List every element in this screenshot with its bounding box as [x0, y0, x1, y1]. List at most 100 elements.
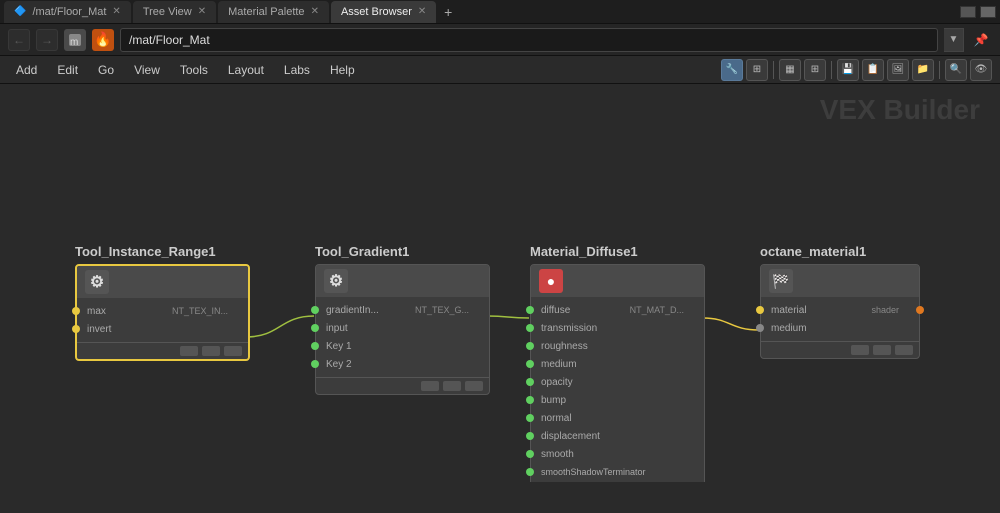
port-roughness: roughness: [531, 337, 704, 355]
port-medium: medium: [531, 355, 704, 373]
menu-labs[interactable]: Labs: [276, 61, 318, 79]
node-material-diffuse-header: ●: [531, 265, 704, 297]
port-key2-dot[interactable]: [311, 360, 319, 368]
port-roughness-dot[interactable]: [526, 342, 534, 350]
port-gradientin-dot[interactable]: [311, 306, 319, 314]
menu-layout[interactable]: Layout: [220, 61, 272, 79]
node-tool-gradient-header: ⚙: [316, 265, 489, 297]
win-max-button[interactable]: [980, 6, 996, 18]
footer-btn-g3[interactable]: [465, 381, 483, 391]
breadcrumb-path[interactable]: /mat/Floor_Mat: [120, 28, 938, 52]
tool-folder-icon[interactable]: 📁: [912, 59, 934, 81]
footer-btn-o3[interactable]: [895, 345, 913, 355]
port-max-dot[interactable]: [72, 307, 80, 315]
footer-btn-g1[interactable]: [421, 381, 439, 391]
node-octane-material-footer: [761, 341, 919, 358]
port-bump-dot[interactable]: [526, 396, 534, 404]
back-button[interactable]: ←: [8, 29, 30, 51]
tool-grid2-icon[interactable]: ⊞: [804, 59, 826, 81]
tool-wrench-icon[interactable]: 🔧: [721, 59, 743, 81]
pin-button[interactable]: 📌: [970, 29, 992, 51]
port-input-label: input: [316, 323, 358, 334]
port-diffuse-value: NT_MAT_D...: [620, 305, 694, 315]
port-smooth: smooth: [531, 445, 704, 463]
tool-list-icon[interactable]: 📋: [862, 59, 884, 81]
port-smoothshadow-dot[interactable]: [526, 468, 534, 476]
path-text: /mat/Floor_Mat: [129, 33, 210, 47]
connection-3: [703, 318, 759, 330]
port-displacement-dot[interactable]: [526, 432, 534, 440]
window-controls: [960, 6, 996, 18]
port-smooth-dot[interactable]: [526, 450, 534, 458]
canvas-area[interactable]: VEX Builder Tool_Instance_Range1 ⚙ max N…: [0, 84, 1000, 482]
tool-grid1-icon[interactable]: ▦: [779, 59, 801, 81]
path-dropdown[interactable]: ▼: [944, 28, 964, 52]
menu-go[interactable]: Go: [90, 61, 122, 79]
footer-btn-3[interactable]: [224, 346, 242, 356]
port-key1: Key 1: [316, 337, 489, 355]
port-oct-medium-dot[interactable]: [756, 324, 764, 332]
menu-tools[interactable]: Tools: [172, 61, 216, 79]
tab-mat-close[interactable]: ✕: [112, 6, 120, 17]
port-key1-dot[interactable]: [311, 342, 319, 350]
tool-network-icon[interactable]: ⊞: [746, 59, 768, 81]
port-opacity: opacity: [531, 373, 704, 391]
port-opacity-dot[interactable]: [526, 378, 534, 386]
node-material-diffuse-label: Material_Diffuse1: [530, 244, 638, 259]
port-gradientin: gradientIn... NT_TEX_G...: [316, 301, 489, 319]
tab-treeview-close[interactable]: ✕: [198, 6, 206, 17]
tab-matpalette[interactable]: Material Palette ✕: [218, 1, 329, 23]
port-invert: invert: [77, 320, 248, 338]
port-oct-material: material shader: [761, 301, 919, 319]
port-gradientin-value: NT_TEX_G...: [405, 305, 479, 315]
footer-btn-o1[interactable]: [851, 345, 869, 355]
tab-treeview-label: Tree View: [143, 6, 192, 18]
footer-btn-g2[interactable]: [443, 381, 461, 391]
node-tool-instance-label: Tool_Instance_Range1: [75, 244, 216, 259]
node-octane-material-header: 🏁: [761, 265, 919, 297]
port-invert-dot[interactable]: [72, 325, 80, 333]
menu-help[interactable]: Help: [322, 61, 363, 79]
tab-assetbrowser-label: Asset Browser: [341, 6, 412, 18]
forward-button[interactable]: →: [36, 29, 58, 51]
port-oct-medium: medium: [761, 319, 919, 337]
menu-view[interactable]: View: [126, 61, 168, 79]
port-max: max NT_TEX_IN...: [77, 302, 248, 320]
add-tab-button[interactable]: +: [438, 2, 458, 22]
tool-eye-icon[interactable]: 👁: [970, 59, 992, 81]
node-material-diffuse-body: diffuse NT_MAT_D... transmission roughne…: [531, 297, 704, 482]
port-invert-label: invert: [77, 324, 121, 335]
footer-btn-o2[interactable]: [873, 345, 891, 355]
svg-text:m: m: [70, 37, 78, 48]
port-transmission-label: transmission: [531, 323, 607, 334]
flame-icon: 🔥: [92, 29, 114, 51]
port-oct-material-out-dot[interactable]: [916, 306, 924, 314]
tool-img-icon[interactable]: 🖼: [887, 59, 909, 81]
menu-edit[interactable]: Edit: [49, 61, 86, 79]
port-medium-dot[interactable]: [526, 360, 534, 368]
connection-1: [246, 316, 314, 337]
port-diffuse-dot[interactable]: [526, 306, 534, 314]
tool-save-icon[interactable]: 💾: [837, 59, 859, 81]
tab-assetbrowser-close[interactable]: ✕: [418, 6, 426, 17]
port-input-dot[interactable]: [311, 324, 319, 332]
tab-matpalette-close[interactable]: ✕: [311, 6, 319, 17]
port-bump-label: bump: [531, 395, 576, 406]
port-transmission: transmission: [531, 319, 704, 337]
port-oct-material-in-dot[interactable]: [756, 306, 764, 314]
port-smoothshadow: smoothShadowTerminator: [531, 463, 704, 481]
win-min-button[interactable]: [960, 6, 976, 18]
vex-builder-watermark: VEX Builder: [820, 94, 980, 126]
port-normal-label: normal: [531, 413, 582, 424]
footer-btn-2[interactable]: [202, 346, 220, 356]
tool-search-icon[interactable]: 🔍: [945, 59, 967, 81]
tab-treeview[interactable]: Tree View ✕: [133, 1, 216, 23]
tab-mat[interactable]: 🔷 /mat/Floor_Mat ✕: [4, 1, 131, 23]
port-normal-dot[interactable]: [526, 414, 534, 422]
menu-add[interactable]: Add: [8, 61, 45, 79]
toolbar-icons: 🔧 ⊞ ▦ ⊞ 💾 📋 🖼 📁 🔍 👁: [721, 59, 992, 81]
node-tool-gradient-label: Tool_Gradient1: [315, 244, 409, 259]
tab-assetbrowser[interactable]: Asset Browser ✕: [331, 1, 436, 23]
port-transmission-dot[interactable]: [526, 324, 534, 332]
footer-btn-1[interactable]: [180, 346, 198, 356]
